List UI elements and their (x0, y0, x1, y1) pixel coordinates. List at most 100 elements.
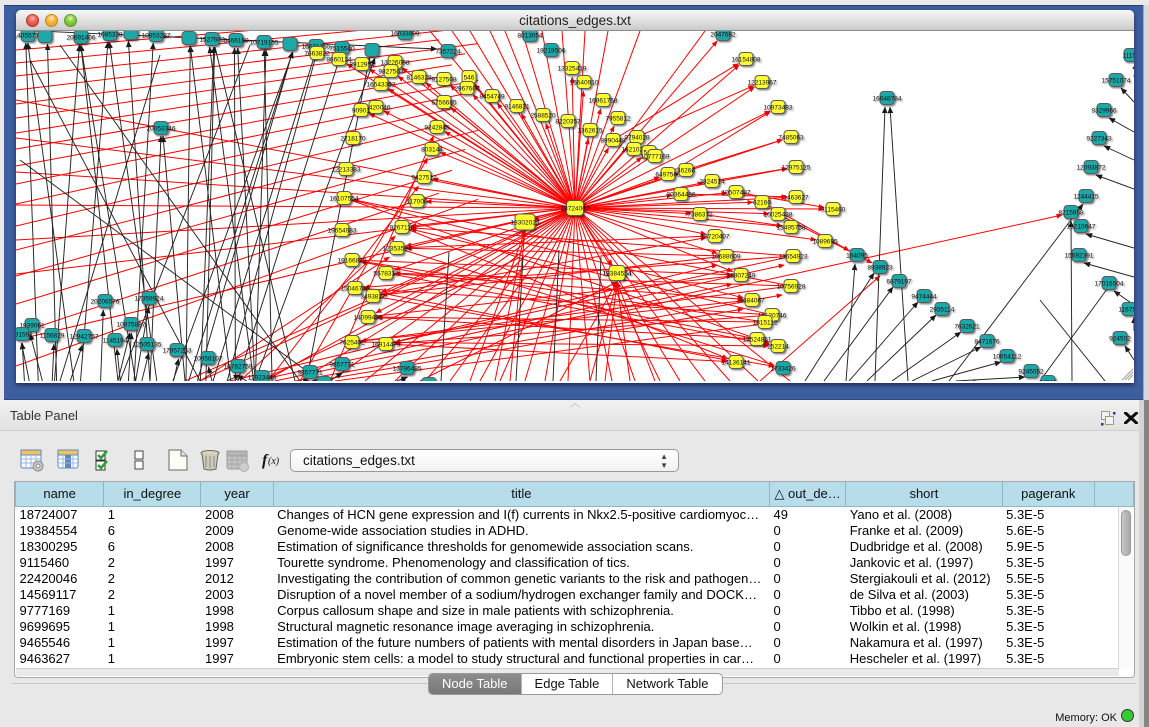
svg-text:13325419: 13325419 (558, 66, 587, 73)
svg-text:9242845: 9242845 (424, 125, 450, 132)
svg-text:16640910: 16640910 (570, 80, 599, 87)
svg-text:1085328: 1085328 (97, 32, 123, 39)
svg-text:7515540: 7515540 (329, 46, 355, 53)
svg-text:2967608: 2967608 (454, 86, 480, 93)
svg-text:20364436: 20364436 (667, 192, 696, 199)
svg-text:546: 546 (464, 75, 475, 82)
svg-text:19654983: 19654983 (328, 228, 357, 235)
svg-text:12942757: 12942757 (70, 334, 99, 341)
svg-text:90901: 90901 (352, 108, 370, 115)
svg-text:9857771: 9857771 (329, 362, 355, 369)
svg-text:13786485: 13786485 (393, 366, 422, 373)
svg-text:8990448: 8990448 (600, 138, 626, 145)
svg-text:15692391: 15692391 (1065, 253, 1094, 260)
svg-text:62160: 62160 (753, 200, 771, 207)
svg-text:16033809: 16033809 (391, 31, 420, 38)
svg-text:2588520: 2588520 (530, 113, 556, 120)
svg-text:12213383: 12213383 (332, 167, 361, 174)
svg-text:10756928: 10756928 (777, 284, 806, 291)
svg-text:13524851: 13524851 (743, 337, 772, 344)
svg-text:9245052: 9245052 (1018, 369, 1044, 376)
svg-text:15751074: 15751074 (1102, 78, 1131, 85)
svg-text:16107554: 16107554 (330, 196, 359, 203)
svg-text:5578312: 5578312 (373, 271, 399, 278)
svg-text:16961758: 16961758 (589, 98, 618, 105)
svg-text:18807249: 18807249 (727, 273, 756, 280)
svg-text:7485063: 7485063 (778, 135, 804, 142)
svg-text:8660124: 8660124 (326, 57, 352, 64)
svg-text:13302023: 13302023 (511, 220, 540, 227)
svg-text:6466160: 6466160 (223, 38, 249, 45)
svg-text:94505: 94505 (1039, 380, 1057, 382)
svg-text:1733426: 1733426 (770, 366, 796, 373)
svg-text:16154808: 16154808 (732, 57, 761, 64)
svg-text:16782759: 16782759 (224, 364, 253, 371)
svg-text:10975887: 10975887 (117, 322, 146, 329)
svg-text:12975125: 12975125 (782, 165, 811, 172)
svg-text:17016504: 17016504 (1095, 281, 1124, 288)
svg-text:1362615: 1362615 (577, 128, 603, 135)
svg-text:11154: 11154 (1122, 53, 1134, 60)
svg-text:10688609: 10688609 (712, 254, 741, 261)
svg-text:1527602: 1527602 (199, 37, 225, 44)
svg-text:2718170: 2718170 (340, 136, 366, 143)
svg-text:10777169: 10777169 (641, 154, 670, 161)
svg-text:6879197: 6879197 (886, 279, 912, 286)
svg-text:16648784: 16648784 (873, 96, 902, 103)
svg-text:8912954: 8912954 (349, 62, 375, 69)
svg-text:924502: 924502 (1109, 336, 1131, 343)
svg-text:9794028: 9794028 (624, 135, 650, 142)
svg-text:11923448: 11923448 (248, 375, 277, 382)
svg-text:1244415: 1244415 (1073, 194, 1099, 201)
svg-text:8471676: 8471676 (974, 339, 1000, 346)
svg-text:20691406: 20691406 (67, 35, 96, 42)
svg-text:3824514: 3824514 (699, 179, 725, 186)
svg-text:14099485: 14099485 (354, 315, 383, 322)
svg-text:10973493: 10973493 (764, 105, 793, 112)
svg-text:7386372: 7386372 (687, 212, 713, 219)
svg-text:9146821: 9146821 (504, 104, 530, 111)
svg-text:10507487: 10507487 (722, 190, 751, 197)
svg-text:17957253: 17957253 (163, 348, 192, 355)
svg-text:7625402: 7625402 (339, 340, 365, 347)
svg-text:164095: 164095 (846, 253, 868, 260)
svg-text:16914479: 16914479 (372, 342, 401, 349)
svg-text:1463627: 1463627 (783, 195, 809, 202)
svg-text:9427512: 9427512 (411, 175, 437, 182)
svg-text:9684067: 9684067 (739, 298, 765, 305)
svg-text:391591: 391591 (16, 332, 33, 339)
svg-text:15046766: 15046766 (341, 286, 370, 293)
svg-text:16210647: 16210647 (1067, 224, 1096, 231)
svg-text:10025438: 10025438 (764, 212, 793, 219)
svg-text:9127508: 9127508 (431, 77, 457, 84)
svg-text:7632621: 7632621 (954, 324, 980, 331)
svg-text:19166825: 19166825 (338, 258, 367, 265)
svg-text:12505135: 12505135 (133, 342, 162, 349)
svg-text:10958107: 10958107 (194, 356, 223, 363)
svg-text:1156829: 1156829 (40, 333, 65, 340)
svg-text:(x): (x) (268, 456, 280, 467)
svg-text:19384554: 19384554 (603, 271, 632, 278)
svg-text:9227343: 9227343 (1086, 136, 1112, 143)
svg-text:10719155: 10719155 (250, 40, 279, 47)
svg-text:12093872: 12093872 (1077, 165, 1106, 172)
svg-text:116753: 116753 (1118, 307, 1134, 314)
svg-text:17359924: 17359924 (135, 296, 164, 303)
svg-text:9827503: 9827503 (378, 69, 404, 76)
svg-text:20206576: 20206576 (91, 299, 120, 306)
svg-text:1089695: 1089695 (812, 239, 838, 246)
svg-text:9267110: 9267110 (390, 225, 415, 232)
svg-text:19218506: 19218506 (537, 48, 566, 55)
svg-text:8938923: 8938923 (867, 265, 893, 272)
svg-text:10654112: 10654112 (993, 354, 1022, 361)
svg-text:13720407: 13720407 (701, 234, 730, 241)
svg-text:10853287: 10853287 (142, 33, 171, 40)
svg-text:9474444: 9474444 (911, 294, 937, 301)
svg-text:14136141: 14136141 (722, 360, 751, 367)
svg-text:8813054: 8813054 (517, 33, 543, 40)
svg-text:9115460: 9115460 (821, 207, 846, 214)
svg-text:117006: 117006 (406, 199, 428, 206)
svg-text:8215958: 8215958 (1058, 210, 1084, 217)
svg-text:46266: 46266 (677, 168, 695, 175)
svg-text:7357224: 7357224 (435, 49, 461, 56)
